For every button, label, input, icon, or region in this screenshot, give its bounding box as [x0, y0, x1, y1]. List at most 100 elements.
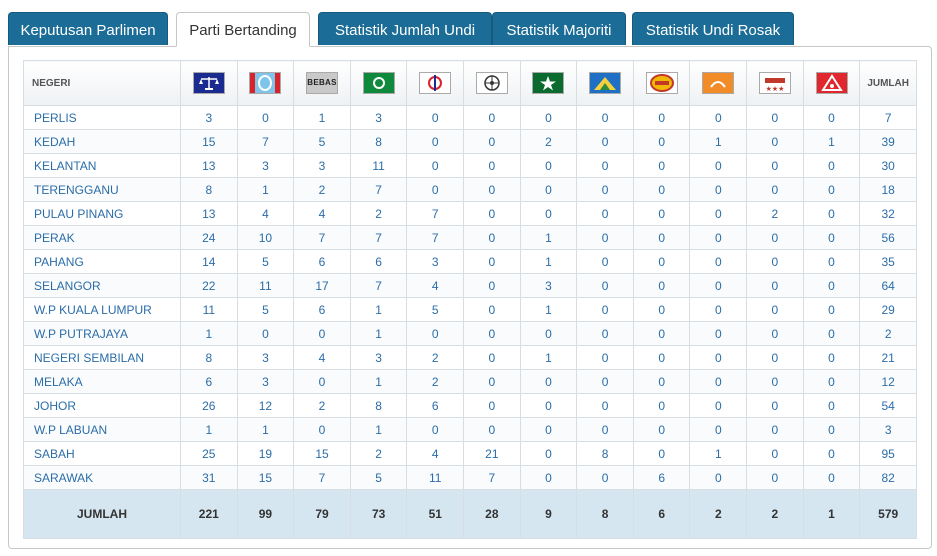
value-cell[interactable]: 0: [406, 417, 465, 442]
value-cell[interactable]: 0: [576, 129, 634, 154]
value-cell[interactable]: 0: [746, 225, 804, 250]
value-cell[interactable]: 0: [689, 321, 748, 346]
value-cell[interactable]: 0: [519, 153, 578, 178]
value-cell[interactable]: 0: [802, 225, 861, 250]
value-cell[interactable]: 0: [576, 321, 634, 346]
value-cell[interactable]: 0: [519, 201, 578, 226]
value-cell[interactable]: 4: [293, 201, 351, 226]
value-cell[interactable]: 24: [180, 225, 238, 250]
value-cell[interactable]: 0: [576, 417, 634, 442]
value-cell[interactable]: 0: [463, 321, 521, 346]
value-cell[interactable]: 0: [746, 129, 804, 154]
value-cell[interactable]: 0: [632, 225, 691, 250]
value-cell[interactable]: 0: [689, 225, 748, 250]
value-cell[interactable]: 0: [802, 441, 861, 466]
value-cell[interactable]: 0: [689, 297, 748, 322]
value-cell[interactable]: 0: [802, 297, 861, 322]
value-cell[interactable]: 4: [406, 441, 465, 466]
value-cell[interactable]: 26: [180, 393, 238, 418]
value-cell[interactable]: 0: [463, 297, 521, 322]
value-cell[interactable]: 0: [293, 417, 351, 442]
tab-parti-bertanding[interactable]: Parti Bertanding: [176, 12, 310, 47]
value-cell[interactable]: 0: [689, 393, 748, 418]
value-cell[interactable]: 2: [746, 201, 804, 226]
value-cell[interactable]: 0: [576, 201, 634, 226]
value-cell[interactable]: 1: [349, 369, 408, 394]
value-cell[interactable]: 0: [632, 201, 691, 226]
state-cell[interactable]: PULAU PINANG: [23, 201, 181, 226]
state-cell[interactable]: NEGERI SEMBILAN: [23, 345, 181, 370]
value-cell[interactable]: 0: [632, 321, 691, 346]
value-cell[interactable]: 3: [180, 105, 238, 130]
value-cell[interactable]: 0: [463, 273, 521, 298]
value-cell[interactable]: 7: [293, 465, 351, 490]
value-cell[interactable]: 1: [349, 321, 408, 346]
value-cell[interactable]: 0: [689, 345, 748, 370]
value-cell[interactable]: 1: [802, 129, 861, 154]
value-cell[interactable]: 0: [519, 321, 578, 346]
value-cell[interactable]: 0: [463, 129, 521, 154]
value-cell[interactable]: 8: [349, 129, 408, 154]
value-cell[interactable]: 0: [463, 201, 521, 226]
value-cell[interactable]: 3: [236, 345, 295, 370]
value-cell[interactable]: 1: [519, 225, 578, 250]
value-cell[interactable]: 13: [180, 153, 238, 178]
value-cell[interactable]: 0: [632, 249, 691, 274]
state-cell[interactable]: W.P KUALA LUMPUR: [23, 297, 181, 322]
value-cell[interactable]: 0: [746, 273, 804, 298]
total-cell[interactable]: 56: [859, 225, 917, 250]
value-cell[interactable]: 0: [632, 369, 691, 394]
value-cell[interactable]: 14: [180, 249, 238, 274]
value-cell[interactable]: 0: [632, 153, 691, 178]
value-cell[interactable]: 1: [180, 417, 238, 442]
state-cell[interactable]: JOHOR: [23, 393, 181, 418]
value-cell[interactable]: 2: [349, 201, 408, 226]
state-cell[interactable]: MELAKA: [23, 369, 181, 394]
value-cell[interactable]: 13: [180, 201, 238, 226]
value-cell[interactable]: 0: [746, 153, 804, 178]
total-cell[interactable]: 18: [859, 177, 917, 202]
value-cell[interactable]: 0: [463, 177, 521, 202]
value-cell[interactable]: 0: [406, 153, 465, 178]
tab-statistik-jumlah-undi[interactable]: Statistik Jumlah Undi: [318, 12, 492, 45]
value-cell[interactable]: 21: [463, 441, 521, 466]
header-negeri[interactable]: NEGERI: [23, 60, 181, 106]
value-cell[interactable]: 0: [519, 393, 578, 418]
value-cell[interactable]: 4: [406, 273, 465, 298]
value-cell[interactable]: 0: [746, 249, 804, 274]
value-cell[interactable]: 0: [746, 441, 804, 466]
value-cell[interactable]: 3: [236, 153, 295, 178]
value-cell[interactable]: 6: [293, 297, 351, 322]
value-cell[interactable]: 7: [236, 129, 295, 154]
value-cell[interactable]: 0: [576, 153, 634, 178]
state-cell[interactable]: KEDAH: [23, 129, 181, 154]
value-cell[interactable]: 0: [576, 273, 634, 298]
tab-statistik-undi-rosak[interactable]: Statistik Undi Rosak: [632, 12, 794, 45]
value-cell[interactable]: 15: [180, 129, 238, 154]
value-cell[interactable]: 0: [519, 417, 578, 442]
value-cell[interactable]: 6: [293, 249, 351, 274]
value-cell[interactable]: 7: [293, 225, 351, 250]
value-cell[interactable]: 3: [406, 249, 465, 274]
value-cell[interactable]: 0: [632, 393, 691, 418]
tab-statistik-majoriti[interactable]: Statistik Majoriti: [492, 12, 626, 45]
value-cell[interactable]: 0: [576, 393, 634, 418]
value-cell[interactable]: 4: [293, 345, 351, 370]
value-cell[interactable]: 0: [463, 249, 521, 274]
value-cell[interactable]: 1: [349, 297, 408, 322]
value-cell[interactable]: 0: [576, 465, 634, 490]
value-cell[interactable]: 3: [236, 369, 295, 394]
value-cell[interactable]: 3: [293, 153, 351, 178]
value-cell[interactable]: 0: [519, 177, 578, 202]
value-cell[interactable]: 7: [406, 225, 465, 250]
value-cell[interactable]: 0: [463, 345, 521, 370]
value-cell[interactable]: 0: [463, 417, 521, 442]
value-cell[interactable]: 11: [349, 153, 408, 178]
state-cell[interactable]: SARAWAK: [23, 465, 181, 490]
value-cell[interactable]: 3: [349, 105, 408, 130]
value-cell[interactable]: 8: [349, 393, 408, 418]
value-cell[interactable]: 2: [349, 441, 408, 466]
value-cell[interactable]: 0: [519, 441, 578, 466]
value-cell[interactable]: 0: [293, 321, 351, 346]
value-cell[interactable]: 2: [293, 177, 351, 202]
